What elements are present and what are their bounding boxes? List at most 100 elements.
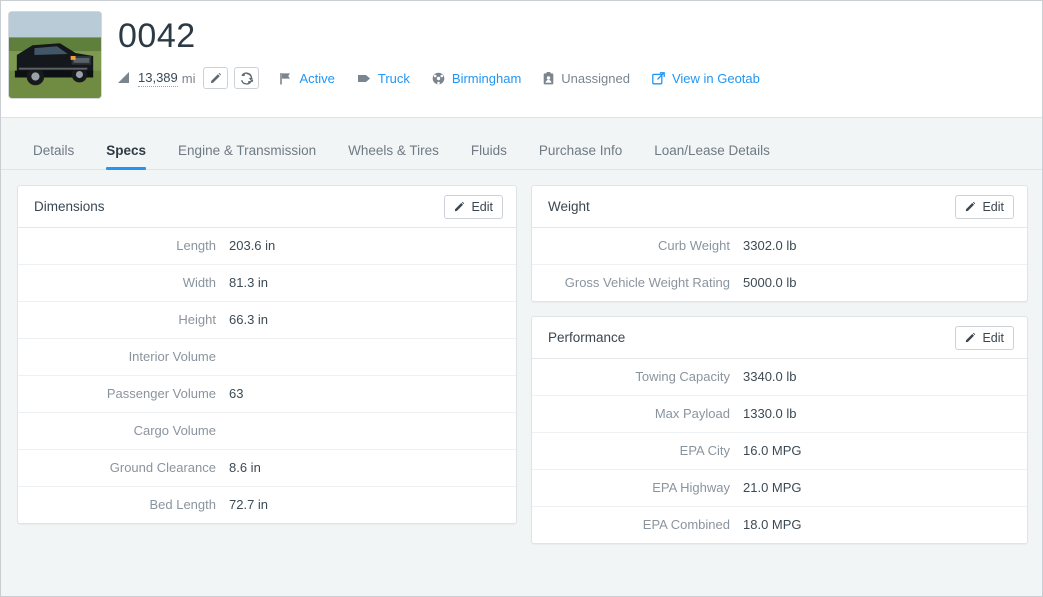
- dimensions-panel-title: Dimensions: [34, 199, 105, 214]
- vehicle-operator-label: Unassigned: [561, 70, 630, 86]
- table-row: Curb Weight 3302.0 lb: [532, 228, 1027, 265]
- page-title: 0042: [118, 17, 196, 55]
- vehicle-location[interactable]: Birmingham: [432, 71, 521, 86]
- row-label: Ground Clearance: [109, 460, 216, 475]
- refresh-icon: [241, 71, 254, 85]
- table-row: Interior Volume: [18, 339, 516, 376]
- table-row: Length 203.6 in: [18, 228, 516, 265]
- row-label: Length: [176, 238, 216, 253]
- table-row: EPA Highway 21.0 MPG: [532, 470, 1027, 507]
- row-value: 1330.0 lb: [743, 406, 797, 421]
- odometer: 13,389 mi: [118, 70, 195, 87]
- tab-loan-lease-details[interactable]: Loan/Lease Details: [654, 143, 770, 169]
- row-label: Passenger Volume: [106, 386, 216, 401]
- row-label: EPA Highway: [652, 480, 730, 495]
- row-value: 21.0 MPG: [743, 480, 802, 495]
- odometer-unit: mi: [181, 70, 196, 86]
- table-row: Width 81.3 in: [18, 265, 516, 302]
- edit-weight-button[interactable]: Edit: [955, 194, 1014, 219]
- performance-panel-header: Performance Edit: [532, 317, 1027, 359]
- tab-engine-transmission[interactable]: Engine & Transmission: [178, 143, 316, 169]
- tab-bar: Details Specs Engine & Transmission Whee…: [1, 118, 1042, 170]
- tab-specs[interactable]: Specs: [106, 143, 146, 170]
- page-header: 0042 13,389 mi Active Truck Birmingham U…: [1, 1, 1042, 118]
- row-value: 3302.0 lb: [743, 238, 797, 253]
- vehicle-type[interactable]: Truck: [357, 71, 410, 86]
- external-link-icon: [652, 71, 665, 85]
- weight-panel: Weight Edit Curb Weight 3302.0 lb Gross …: [531, 185, 1028, 302]
- tab-fluids[interactable]: Fluids: [471, 143, 507, 169]
- edit-performance-button[interactable]: Edit: [955, 325, 1014, 350]
- performance-panel-title: Performance: [548, 330, 626, 345]
- vehicle-operator[interactable]: Unassigned: [543, 71, 630, 86]
- row-label: Gross Vehicle Weight Rating: [564, 275, 730, 290]
- vehicle-status[interactable]: Active: [279, 70, 335, 86]
- table-row: Passenger Volume 63: [18, 376, 516, 413]
- row-value: 3340.0 lb: [743, 369, 797, 384]
- row-value: 18.0 MPG: [743, 517, 802, 532]
- row-label: Towing Capacity: [635, 369, 730, 384]
- odometer-value[interactable]: 13,389: [138, 70, 178, 87]
- flag-icon: [279, 72, 292, 85]
- header-main: 0042 13,389 mi Active Truck Birmingham U…: [118, 11, 782, 90]
- vehicle-type-label: Truck: [377, 70, 410, 86]
- vehicle-status-label: Active: [299, 70, 335, 86]
- view-in-geotab-label: View in Geotab: [671, 70, 760, 86]
- table-row: Gross Vehicle Weight Rating 5000.0 lb: [532, 265, 1027, 301]
- specs-content: Dimensions Edit Length 203.6 in Width 81…: [1, 170, 1042, 559]
- clipboard-user-icon: [543, 71, 554, 85]
- row-label: Interior Volume: [128, 349, 216, 364]
- dimensions-panel-header: Dimensions Edit: [18, 186, 516, 228]
- row-label: Bed Length: [149, 497, 216, 512]
- view-in-geotab-link[interactable]: View in Geotab: [652, 71, 760, 86]
- row-value: 5000.0 lb: [743, 275, 797, 290]
- row-label: Height: [178, 312, 216, 327]
- edit-performance-label: Edit: [982, 330, 1004, 345]
- weight-panel-header: Weight Edit: [532, 186, 1027, 228]
- left-column: Dimensions Edit Length 203.6 in Width 81…: [17, 185, 517, 524]
- row-value: 16.0 MPG: [743, 443, 802, 458]
- pencil-icon: [210, 72, 222, 84]
- truck-photo-icon: [9, 12, 101, 98]
- row-value: 8.6 in: [229, 460, 261, 475]
- edit-odometer-button[interactable]: [203, 67, 229, 89]
- table-row: Ground Clearance 8.6 in: [18, 450, 516, 487]
- table-row: Bed Length 72.7 in: [18, 487, 516, 523]
- header-meta-row: 13,389 mi Active Truck Birmingham Unassi…: [118, 66, 782, 90]
- tag-icon: [357, 73, 371, 84]
- weight-panel-title: Weight: [548, 199, 590, 214]
- row-value: 66.3 in: [229, 312, 269, 327]
- tab-details[interactable]: Details: [33, 143, 74, 169]
- tab-purchase-info[interactable]: Purchase Info: [539, 143, 622, 169]
- pencil-icon: [966, 201, 976, 212]
- row-value: 63: [229, 386, 244, 401]
- table-row: EPA City 16.0 MPG: [532, 433, 1027, 470]
- steering-wheel-icon: [432, 72, 445, 85]
- vehicle-location-label: Birmingham: [451, 70, 522, 86]
- table-row: Height 66.3 in: [18, 302, 516, 339]
- row-label: Curb Weight: [657, 238, 730, 253]
- tab-wheels-tires[interactable]: Wheels & Tires: [348, 143, 439, 169]
- dimensions-rows: Length 203.6 in Width 81.3 in Height 66.…: [18, 228, 516, 523]
- row-label: EPA City: [679, 443, 730, 458]
- edit-dimensions-button[interactable]: Edit: [444, 194, 503, 219]
- row-label: Cargo Volume: [133, 423, 216, 438]
- table-row: EPA Combined 18.0 MPG: [532, 507, 1027, 543]
- vehicle-detail-page: 0042 13,389 mi Active Truck Birmingham U…: [0, 0, 1043, 597]
- edit-weight-label: Edit: [982, 199, 1004, 214]
- row-label: Max Payload: [654, 406, 730, 421]
- row-label: EPA Combined: [642, 517, 730, 532]
- odometer-gauge-icon: [118, 72, 131, 84]
- table-row: Towing Capacity 3340.0 lb: [532, 359, 1027, 396]
- pencil-icon: [966, 332, 976, 343]
- vehicle-thumbnail[interactable]: [8, 11, 102, 99]
- edit-dimensions-label: Edit: [471, 199, 493, 214]
- dimensions-panel: Dimensions Edit Length 203.6 in Width 81…: [17, 185, 517, 524]
- performance-rows: Towing Capacity 3340.0 lb Max Payload 13…: [532, 359, 1027, 543]
- row-value: 72.7 in: [229, 497, 269, 512]
- table-row: Max Payload 1330.0 lb: [532, 396, 1027, 433]
- sync-odometer-button[interactable]: [234, 67, 260, 89]
- performance-panel: Performance Edit Towing Capacity 3340.0 …: [531, 316, 1028, 544]
- row-value: 203.6 in: [229, 238, 276, 253]
- table-row: Cargo Volume: [18, 413, 516, 450]
